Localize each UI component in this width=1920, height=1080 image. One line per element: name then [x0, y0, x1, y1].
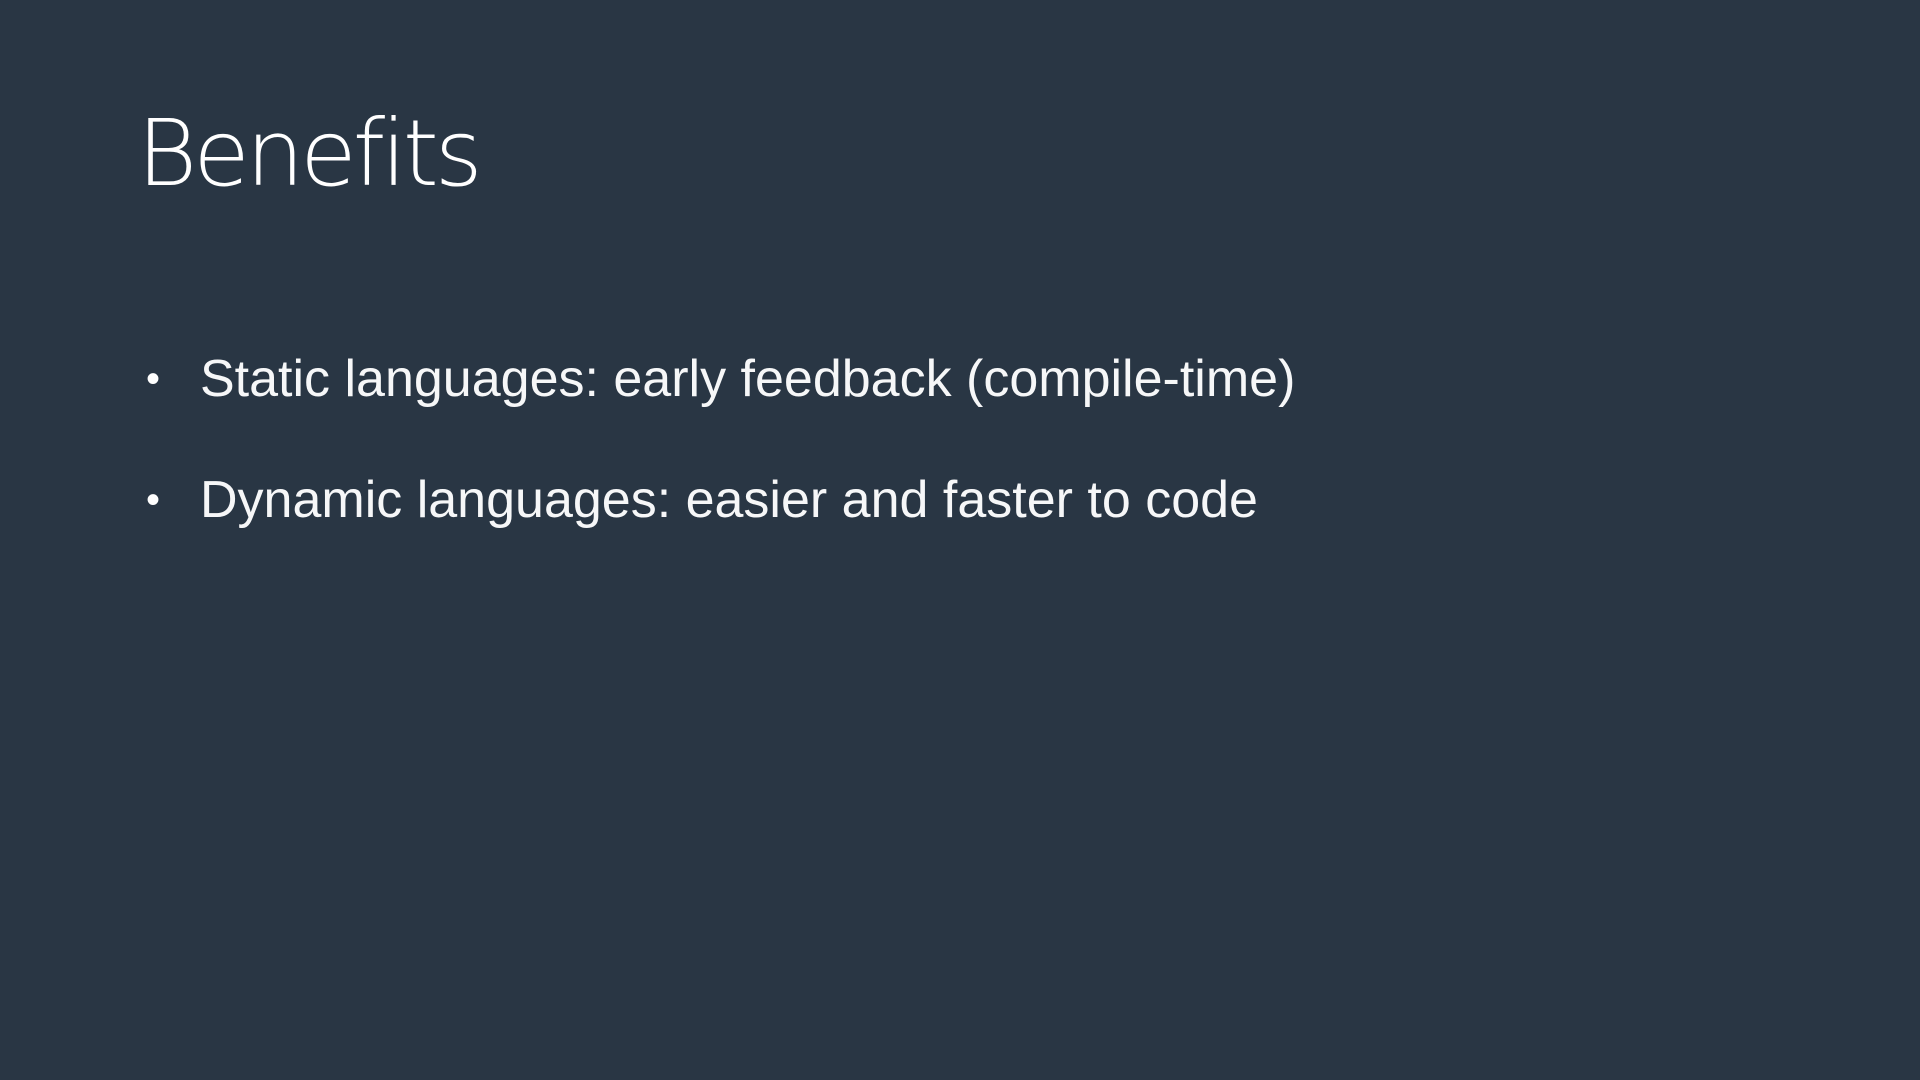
bullet-icon: • [146, 357, 161, 401]
bullet-item-dynamic-languages: • Dynamic languages: easier and faster t… [146, 465, 1295, 535]
bullet-list: • Static languages: early feedback (comp… [146, 344, 1295, 586]
bullet-icon: • [146, 478, 161, 522]
presentation-slide: Benefits • Static languages: early feedb… [0, 0, 1920, 1080]
bullet-text: Static languages: early feedback (compil… [200, 350, 1296, 408]
slide-title: Benefits [137, 100, 483, 207]
bullet-item-static-languages: • Static languages: early feedback (comp… [146, 344, 1295, 414]
bullet-text: Dynamic languages: easier and faster to … [200, 471, 1258, 529]
